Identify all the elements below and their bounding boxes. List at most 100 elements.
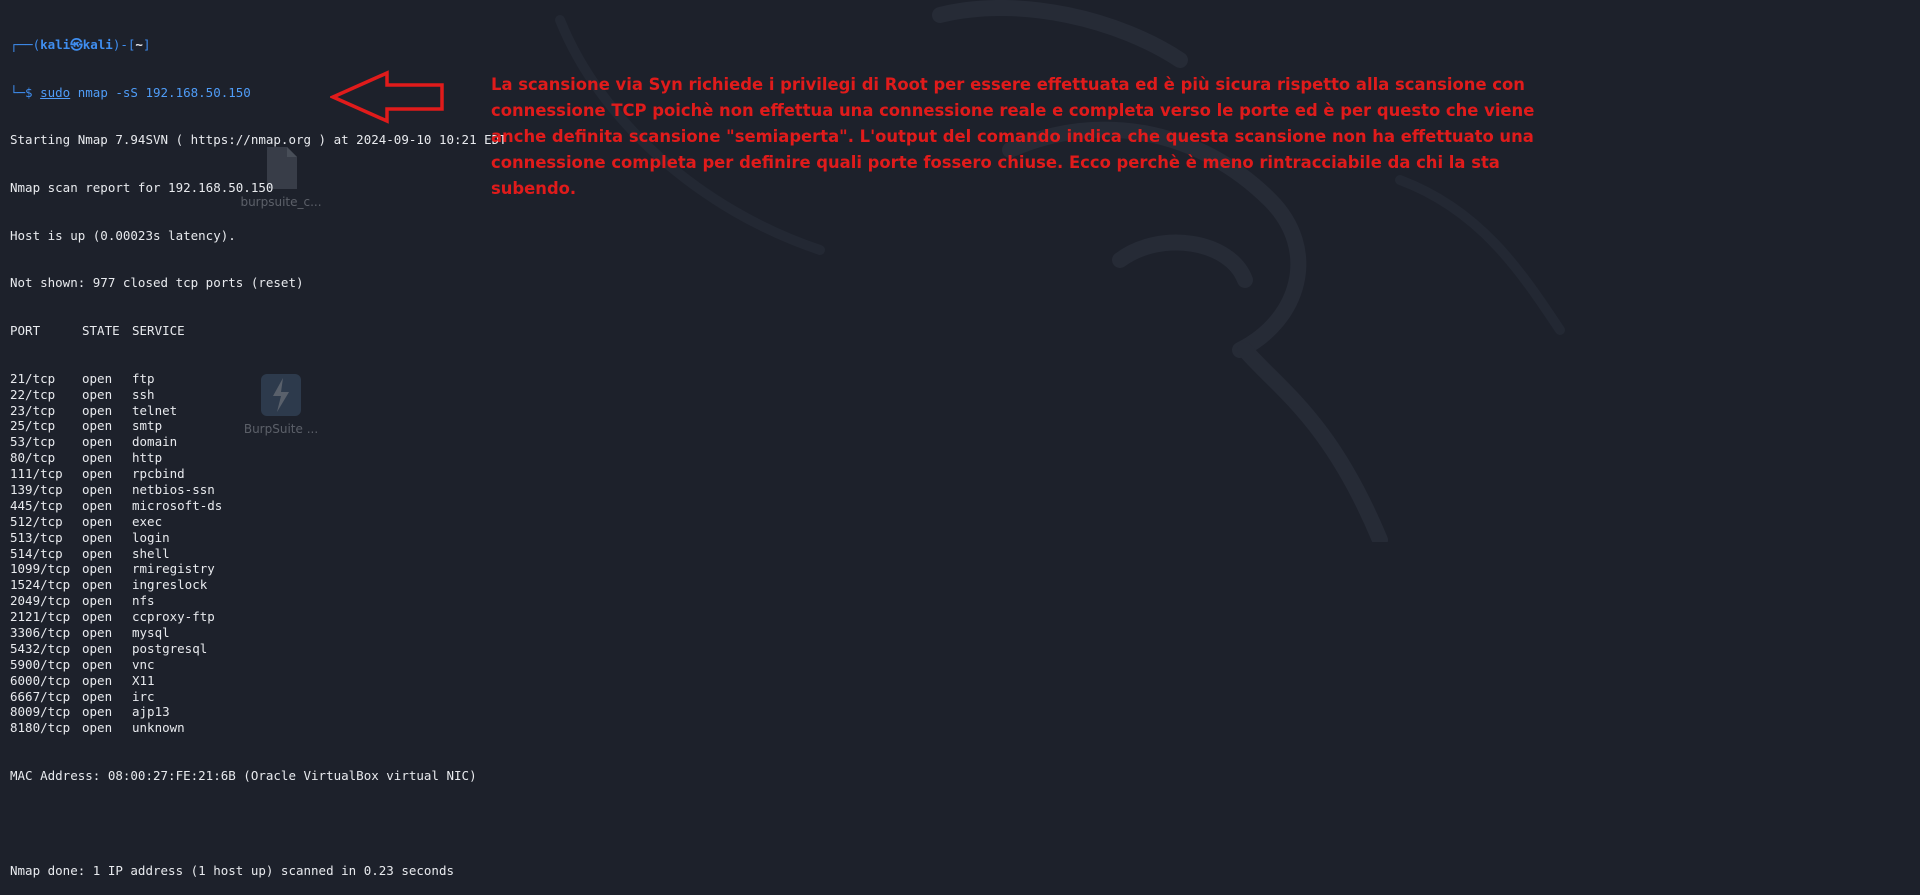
ports-header-state: STATE	[82, 323, 120, 339]
port-number: 80/tcp	[10, 450, 56, 466]
output-line: Starting Nmap 7.94SVN ( https://nmap.org…	[10, 132, 507, 148]
port-number: 23/tcp	[10, 402, 56, 418]
annotation-text: La scansione via Syn richiede i privileg…	[491, 72, 1551, 202]
port-state: open	[82, 593, 113, 609]
ports-header-row: PORT STATE SERVICE	[10, 323, 507, 339]
port-row: 2121/tcp open ccproxy-ftp	[10, 609, 507, 625]
port-state: open	[82, 513, 113, 529]
port-state: open	[82, 545, 113, 561]
terminal-output[interactable]: ┌──(kali㉿kali)-[~] └─$ sudo nmap -sS 192…	[10, 5, 507, 895]
prompt-frame: ┌──(	[10, 36, 41, 52]
command-text: nmap -sS 192.168.50.150	[70, 84, 251, 100]
port-row: 445/tcp open microsoft-ds	[10, 498, 507, 514]
port-number: 5900/tcp	[10, 656, 71, 672]
port-state: open	[82, 497, 113, 513]
annotation-arrow-icon	[330, 70, 444, 124]
port-service: microsoft-ds	[132, 497, 223, 513]
port-row: 6000/tcp open X11	[10, 673, 507, 689]
port-state: open	[82, 609, 113, 625]
port-number: 6000/tcp	[10, 672, 71, 688]
port-service: ajp13	[132, 704, 170, 720]
ports-header-port: PORT	[10, 323, 41, 339]
port-state: open	[82, 561, 113, 577]
port-row: 513/tcp open login	[10, 530, 507, 546]
port-row: 53/tcp open domain	[10, 434, 507, 450]
port-state: open	[82, 402, 113, 418]
port-service: telnet	[132, 402, 178, 418]
port-number: 2049/tcp	[10, 593, 71, 609]
port-number: 6667/tcp	[10, 688, 71, 704]
port-state: open	[82, 624, 113, 640]
port-row: 111/tcp open rpcbind	[10, 466, 507, 482]
port-row: 21/tcp open ftp	[10, 371, 507, 387]
mac-address-line: MAC Address: 08:00:27:FE:21:6B (Oracle V…	[10, 768, 477, 784]
port-number: 512/tcp	[10, 513, 63, 529]
port-state: open	[82, 466, 113, 482]
port-row: 6667/tcp open irc	[10, 689, 507, 705]
port-state: open	[82, 656, 113, 672]
prompt-frame: )-[	[112, 36, 136, 52]
port-state: open	[82, 481, 113, 497]
port-row: 514/tcp open shell	[10, 546, 507, 562]
output-line: Nmap scan report for 192.168.50.150	[10, 179, 274, 195]
port-service: nfs	[132, 593, 155, 609]
annotation-line: anche definita scansione "semiaperta". L…	[491, 127, 1534, 146]
port-number: 513/tcp	[10, 529, 63, 545]
port-service: netbios-ssn	[132, 481, 215, 497]
port-service: smtp	[132, 418, 163, 434]
port-number: 111/tcp	[10, 466, 63, 482]
port-number: 8180/tcp	[10, 720, 71, 736]
port-row: 25/tcp open smtp	[10, 418, 507, 434]
port-row: 8009/tcp open ajp13	[10, 704, 507, 720]
port-row: 80/tcp open http	[10, 450, 507, 466]
port-number: 8009/tcp	[10, 704, 71, 720]
annotation-line: La scansione via Syn richiede i privileg…	[491, 75, 1525, 94]
port-service: exec	[132, 513, 163, 529]
port-service: postgresql	[132, 640, 208, 656]
port-number: 25/tcp	[10, 418, 56, 434]
port-service: ssh	[132, 386, 155, 402]
port-service: ingreslock	[132, 577, 208, 593]
port-state: open	[82, 688, 113, 704]
port-row: 22/tcp open ssh	[10, 387, 507, 403]
port-number: 3306/tcp	[10, 624, 71, 640]
port-state: open	[82, 577, 113, 593]
port-row: 512/tcp open exec	[10, 514, 507, 530]
port-number: 21/tcp	[10, 370, 56, 386]
annotation-line: connessione TCP poichè non effettua una …	[491, 101, 1535, 120]
port-row: 3306/tcp open mysql	[10, 625, 507, 641]
port-service: vnc	[132, 656, 155, 672]
port-state: open	[82, 450, 113, 466]
ports-header-service: SERVICE	[132, 323, 185, 339]
port-service: ccproxy-ftp	[132, 609, 215, 625]
annotation-line: connessione completa per definire quali …	[491, 153, 1500, 198]
port-number: 445/tcp	[10, 497, 63, 513]
prompt-line-1: ┌──(kali㉿kali)-[~]	[10, 37, 507, 53]
port-row: 1099/tcp open rmiregistry	[10, 561, 507, 577]
port-service: rmiregistry	[132, 561, 215, 577]
port-number: 5432/tcp	[10, 640, 71, 656]
port-service: mysql	[132, 624, 170, 640]
port-number: 2121/tcp	[10, 609, 71, 625]
port-state: open	[82, 434, 113, 450]
port-row: 5900/tcp open vnc	[10, 657, 507, 673]
port-number: 514/tcp	[10, 545, 63, 561]
port-number: 53/tcp	[10, 434, 56, 450]
port-service: unknown	[132, 720, 185, 736]
prompt-dir: ~	[135, 36, 143, 52]
prompt-frame: ]	[142, 36, 151, 52]
port-state: open	[82, 418, 113, 434]
port-row: 8180/tcp open unknown	[10, 720, 507, 736]
output-line: Host is up (0.00023s latency).	[10, 227, 236, 243]
port-row: 139/tcp open netbios-ssn	[10, 482, 507, 498]
port-number: 1524/tcp	[10, 577, 71, 593]
port-service: irc	[132, 688, 155, 704]
port-service: http	[132, 450, 163, 466]
command-sudo: sudo	[40, 84, 71, 100]
prompt-user: kali㉿kali	[40, 36, 113, 52]
port-number: 22/tcp	[10, 386, 56, 402]
port-row: 5432/tcp open postgresql	[10, 641, 507, 657]
port-service: ftp	[132, 370, 155, 386]
port-service: domain	[132, 434, 178, 450]
